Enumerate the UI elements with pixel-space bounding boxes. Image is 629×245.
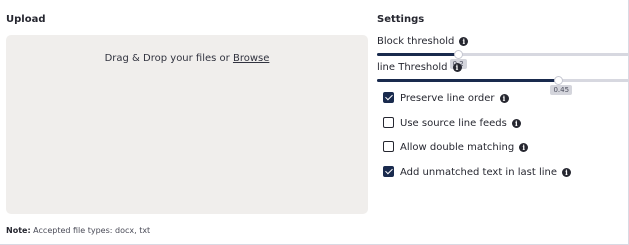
checkbox-allow-double-matching[interactable]: Allow double matching i	[383, 141, 529, 155]
line-threshold-value: 0.45	[550, 85, 573, 95]
checkbox-use-source-line-feeds[interactable]: Use source line feeds i	[383, 117, 521, 131]
line-threshold-slider[interactable]: 0.45	[377, 76, 629, 95]
settings-heading: Settings	[377, 14, 425, 25]
checkbox-label: Allow double matching	[400, 142, 515, 153]
checkbox-box[interactable]	[383, 117, 394, 128]
note-text: Accepted file types: docx, txt	[30, 226, 151, 235]
accepted-types-note: Note: Accepted file types: docx, txt	[6, 226, 150, 235]
info-icon[interactable]: i	[459, 37, 469, 46]
checkbox-preserve-line-order[interactable]: Preserve line order i	[383, 92, 509, 106]
block-threshold-label: Block threshold	[377, 36, 455, 47]
info-icon[interactable]: i	[519, 143, 529, 152]
checkbox-label: Use source line feeds	[400, 118, 507, 129]
line-threshold-thumb[interactable]	[554, 76, 564, 85]
app-frame: Upload Drag & Drop your files or Browse …	[0, 0, 629, 245]
line-threshold-label: line Threshold	[377, 62, 448, 73]
note-label: Note:	[6, 226, 31, 235]
block-threshold-thumb[interactable]	[453, 50, 463, 59]
drop-instructions: Drag & Drop your files or	[104, 53, 233, 64]
block-threshold-slider[interactable]: 0.2	[377, 50, 629, 69]
line-threshold-fill	[377, 79, 559, 82]
info-icon[interactable]: i	[562, 168, 571, 177]
checkbox-label: Preserve line order	[400, 93, 495, 104]
block-threshold-label-row: Block threshold i	[377, 36, 469, 47]
info-icon[interactable]: i	[452, 63, 462, 72]
checkbox-add-unmatched-text[interactable]: Add unmatched text in last line i	[383, 166, 571, 180]
line-threshold-label-row: line Threshold i	[377, 62, 462, 73]
file-dropzone[interactable]: Drag & Drop your files or Browse	[6, 35, 368, 214]
checkbox-box[interactable]	[383, 141, 394, 152]
upload-heading: Upload	[6, 14, 46, 25]
info-icon[interactable]: i	[499, 94, 509, 103]
info-icon[interactable]: i	[511, 119, 521, 128]
dropzone-text: Drag & Drop your files or Browse	[6, 53, 368, 64]
checkbox-box[interactable]	[383, 166, 394, 177]
checkbox-box[interactable]	[383, 92, 394, 103]
browse-link[interactable]: Browse	[233, 53, 269, 64]
block-threshold-fill	[377, 53, 458, 56]
checkbox-label: Add unmatched text in last line	[400, 167, 557, 178]
